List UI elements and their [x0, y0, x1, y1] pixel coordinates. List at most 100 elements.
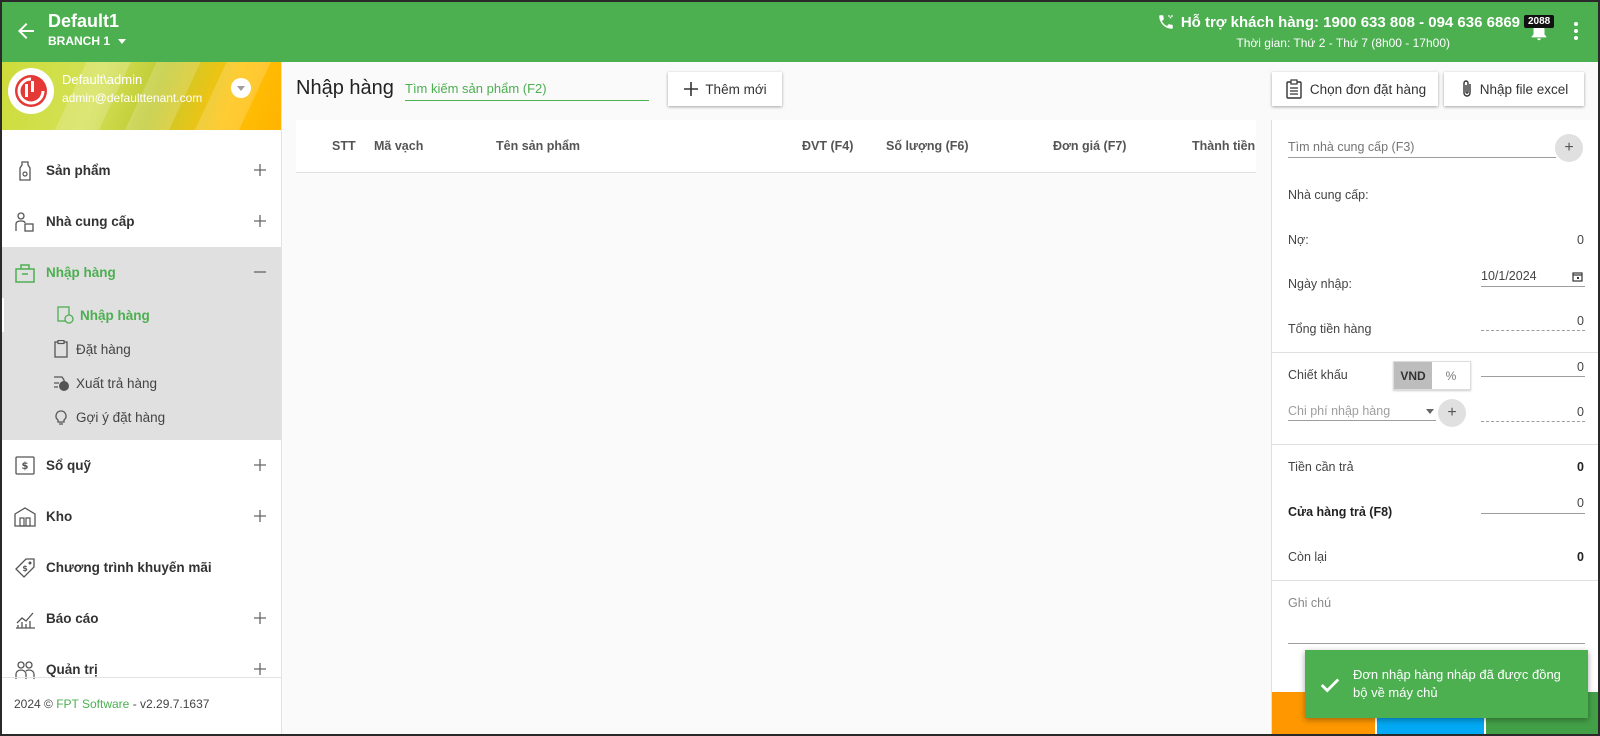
add-new-button[interactable]: Thêm mới [668, 72, 782, 106]
sidebar-item-label: Nhập hàng [46, 265, 116, 280]
footer: 2024 © FPT Software - v2.29.7.1637 [0, 677, 281, 736]
back-arrow-icon[interactable] [14, 19, 38, 43]
store-paid-label: Cửa hàng trả (F8) [1288, 505, 1393, 519]
sidebar-item-cashbook[interactable]: $ Sổ quỹ [0, 440, 281, 491]
sidebar-item-products[interactable]: Sản phẩm [0, 145, 281, 196]
more-vert-icon[interactable] [1572, 19, 1580, 43]
calendar-icon[interactable] [1572, 271, 1583, 282]
choose-order-label: Chọn đơn đặt hàng [1309, 81, 1427, 97]
caret-down-icon [1426, 409, 1434, 414]
logo-icon [15, 75, 47, 107]
return-icon [52, 374, 70, 392]
discount-type-toggle: VND % [1393, 361, 1471, 390]
plus-icon [254, 459, 266, 471]
supplier-person-icon [14, 211, 36, 233]
subitem-label: Đặt hàng [76, 341, 131, 357]
subitem-import[interactable]: Nhập hàng [0, 298, 281, 332]
choose-order-button[interactable]: Chọn đơn đặt hàng [1272, 72, 1438, 106]
plus-icon [254, 215, 266, 227]
page-title: Nhập hàng [296, 77, 394, 99]
top-bar: Default1 BRANCH 1 Hỗ trợ khách hàng: 190… [0, 0, 1600, 62]
sidebar-item-label: Báo cáo [46, 611, 99, 626]
discount-percent-option[interactable]: % [1432, 362, 1470, 389]
store-paid-value: 0 [1577, 496, 1584, 510]
subitem-order[interactable]: Đặt hàng [0, 332, 281, 366]
lightbulb-icon [52, 408, 70, 426]
chevron-down-icon [237, 85, 245, 91]
sidebar-item-warehouse[interactable]: Kho [0, 491, 281, 542]
total-goods-label: Tổng tiền hàng [1288, 322, 1372, 336]
chart-growth-icon [14, 608, 36, 630]
support-line: Hỗ trợ khách hàng: 1900 633 808 - 094 63… [1157, 13, 1520, 31]
import-date-input[interactable]: 10/1/2024 [1481, 265, 1585, 287]
import-cost-select[interactable]: Chi phí nhập hàng [1288, 399, 1436, 421]
import-cost-field [1481, 400, 1585, 422]
col-barcode: Mã vạch [374, 139, 424, 153]
order-summary-panel: + Nhà cung cấp: Nợ: 0 Ngày nhập: 10/1/20… [1271, 120, 1600, 736]
add-cost-button[interactable]: + [1438, 399, 1466, 427]
import-cost-value: 0 [1577, 405, 1584, 419]
col-stt: STT [332, 139, 356, 153]
plus-icon [684, 82, 699, 96]
plus-icon [254, 663, 266, 675]
note-input[interactable] [1288, 620, 1585, 644]
support-text: Hỗ trợ khách hàng: 1900 633 808 - 094 63… [1180, 13, 1520, 31]
discount-vnd-option[interactable]: VND [1394, 362, 1432, 389]
table-header: STT Mã vạch Tên sản phẩm ĐVT (F4) Số lượ… [296, 120, 1256, 173]
import-cost-placeholder: Chi phí nhập hàng [1288, 404, 1391, 418]
plus-icon [254, 510, 266, 522]
note-label: Ghi chú [1288, 596, 1332, 610]
import-date-label: Ngày nhập: [1288, 277, 1352, 291]
sidebar-item-reports[interactable]: Báo cáo [0, 593, 281, 644]
toast-message: Đơn nhập hàng nháp đã được đồng bộ về má… [1353, 667, 1561, 700]
import-doc-icon [56, 306, 74, 324]
branch-selector[interactable]: BRANCH 1 [48, 34, 127, 48]
sidebar-item-suppliers[interactable]: Nhà cung cấp [0, 196, 281, 247]
user-name: Default\admin [62, 72, 143, 87]
add-supplier-button[interactable]: + [1555, 134, 1583, 162]
product-table: STT Mã vạch Tên sản phẩm ĐVT (F4) Số lượ… [296, 120, 1256, 736]
sidebar-item-label: Quản trị [46, 662, 98, 677]
support-hours: Thời gian: Thứ 2 - Thứ 7 (8h00 - 17h00) [1236, 36, 1450, 50]
supplier-label: Nhà cung cấp: [1288, 188, 1369, 202]
phone-icon [1159, 15, 1173, 29]
store-paid-input[interactable] [1481, 492, 1585, 514]
subitem-suggest[interactable]: Gợi ý đặt hàng [0, 400, 281, 434]
remaining-label: Còn lại [1288, 550, 1327, 564]
subitem-label: Gợi ý đặt hàng [76, 409, 166, 425]
import-submenu: Nhập hàng Đặt hàng Xuất trả hàng Gợi ý đ… [0, 298, 281, 440]
total-goods-field [1481, 309, 1585, 331]
warehouse-icon [14, 506, 36, 528]
svg-text:$: $ [22, 564, 28, 573]
subitem-return[interactable]: Xuất trả hàng [0, 366, 281, 400]
supplier-search-input[interactable] [1288, 136, 1556, 158]
plus-icon [254, 612, 266, 624]
subitem-label: Xuất trả hàng [76, 375, 158, 391]
total-goods-value: 0 [1577, 314, 1584, 328]
import-excel-label: Nhập file excel [1479, 81, 1569, 97]
product-search-input[interactable] [405, 76, 649, 101]
sidebar-item-label: Kho [46, 509, 73, 524]
profile-dropdown-button[interactable] [231, 78, 251, 98]
sidebar-nav: Sản phẩm Nhà cung cấp Nhập hàng Nhập hàn… [0, 145, 281, 695]
sidebar-item-import[interactable]: Nhập hàng [0, 247, 281, 298]
import-date-value: 10/1/2024 [1481, 269, 1537, 283]
sidebar: Default\admin admin@defaulttenant.com Sả… [0, 62, 282, 736]
sidebar-item-promotions[interactable]: $ Chương trình khuyến mãi [0, 542, 281, 593]
import-excel-button[interactable]: Nhập file excel [1444, 72, 1584, 106]
footer-brand-link[interactable]: FPT Software [56, 697, 129, 711]
profile-panel: Default\admin admin@defaulttenant.com [0, 62, 281, 130]
col-unit: ĐVT (F4) [802, 139, 854, 153]
remaining-value: 0 [1577, 550, 1584, 564]
payable-value: 0 [1577, 460, 1584, 474]
checkmark-icon [1320, 678, 1340, 693]
sidebar-item-label: Sản phẩm [46, 163, 111, 178]
discount-input[interactable] [1481, 355, 1585, 377]
payable-label: Tiền cần trả [1288, 460, 1354, 474]
add-new-label: Thêm mới [705, 81, 767, 97]
discount-label: Chiết khấu [1288, 368, 1348, 382]
paperclip-icon [1463, 80, 1471, 97]
import-basket-icon [14, 262, 36, 284]
user-email: admin@defaulttenant.com [62, 91, 203, 105]
sidebar-item-label: Chương trình khuyến mãi [46, 560, 212, 575]
